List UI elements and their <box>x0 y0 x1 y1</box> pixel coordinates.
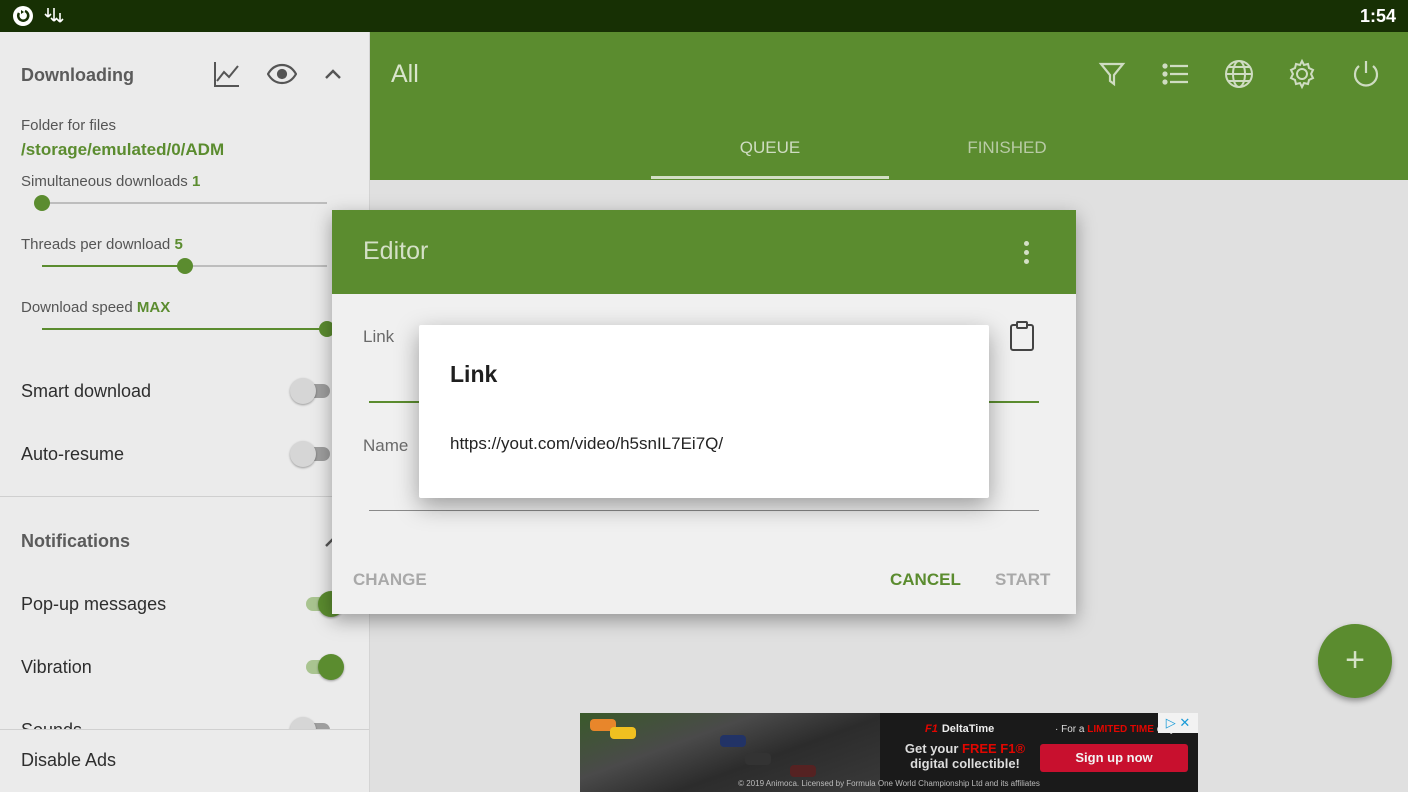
notifications-section-title: Notifications <box>21 531 131 551</box>
name-field-label: Name <box>363 436 409 455</box>
editor-title: Editor <box>363 237 429 265</box>
editor-header: Editor <box>332 210 1076 294</box>
link-url[interactable]: https://yout.com/video/h5snIL7Ei7Q/ <box>450 434 723 454</box>
download-manager-icon <box>44 5 66 27</box>
link-dialog-title: Link <box>450 361 498 387</box>
ad-legal-text: © 2019 Animoca. Licensed by Formula One … <box>738 779 1040 788</box>
ad-brand: F1 DeltaTime <box>925 723 995 735</box>
status-bar: 1:54 <box>0 0 1408 32</box>
clipboard-icon[interactable] <box>1008 320 1036 352</box>
tab-queue[interactable]: QUEUE <box>651 138 889 158</box>
smart-download-toggle[interactable] <box>290 377 334 405</box>
firefox-icon <box>12 5 34 27</box>
app-bar: All QUEUE FINISHED <box>370 32 1408 180</box>
slider-fill <box>42 265 185 267</box>
section-divider <box>0 496 369 497</box>
settings-drawer: Downloading Folder for files /storage/em… <box>0 32 370 792</box>
ad-banner[interactable]: F1 DeltaTime Get your FREE F1® digital col… <box>580 713 1198 792</box>
change-button[interactable]: CHANGE <box>353 570 427 590</box>
cancel-button[interactable]: CANCEL <box>890 570 961 590</box>
chevron-up-icon[interactable] <box>318 59 348 89</box>
clock: 1:54 <box>1359 6 1396 26</box>
threads-per-download-label: Threads per download 5 <box>21 236 183 253</box>
download-speed-slider[interactable] <box>42 321 335 337</box>
smart-download-label: Smart download <box>21 381 152 401</box>
popup-messages-label: Pop-up messages <box>21 594 167 614</box>
link-dialog: Link https://yout.com/video/h5snIL7Ei7Q/ <box>419 325 989 498</box>
page-title: All <box>391 60 419 88</box>
more-options-icon[interactable] <box>1016 238 1036 266</box>
simultaneous-downloads-value: 1 <box>191 173 201 190</box>
simultaneous-downloads-label: Simultaneous downloads 1 <box>21 173 201 190</box>
threads-per-download-value: 5 <box>174 236 183 253</box>
plus-icon: + <box>1345 641 1365 679</box>
auto-resume-toggle[interactable] <box>290 440 334 468</box>
link-field-label: Link <box>363 327 395 346</box>
slider-knob[interactable] <box>176 258 193 274</box>
auto-resume-label: Auto-resume <box>21 444 125 464</box>
list-icon[interactable] <box>1160 58 1192 90</box>
download-speed-value: MAX <box>136 299 171 316</box>
active-tab-indicator <box>651 176 889 179</box>
tab-finished[interactable]: FINISHED <box>888 138 1126 158</box>
download-speed-label: Download speed MAX <box>21 299 171 316</box>
add-download-button[interactable]: + <box>1318 624 1392 698</box>
ad-headline: Get your FREE F1® digital collectible! <box>904 741 1026 771</box>
folder-path[interactable]: /storage/emulated/0/ADM <box>21 140 224 160</box>
downloading-section-title: Downloading <box>21 65 134 85</box>
slider-fill <box>42 328 327 330</box>
name-input[interactable] <box>369 510 1039 511</box>
ad-signup-button[interactable]: Sign up now <box>1040 744 1188 772</box>
threads-per-download-slider[interactable] <box>42 258 327 274</box>
disable-ads-label: Disable Ads <box>21 750 117 770</box>
vibration-label: Vibration <box>21 657 92 677</box>
filter-icon[interactable] <box>1096 58 1128 90</box>
disable-ads-button[interactable]: Disable Ads <box>0 729 369 792</box>
folder-label: Folder for files <box>21 117 117 134</box>
chart-icon[interactable] <box>212 59 242 89</box>
slider-knob[interactable] <box>34 195 50 211</box>
vibration-toggle[interactable] <box>300 653 344 681</box>
settings-icon[interactable] <box>1286 58 1318 90</box>
globe-icon[interactable] <box>1223 58 1255 90</box>
adchoices-close-icon[interactable]: ▷ ✕ <box>1158 713 1198 733</box>
power-icon[interactable] <box>1350 58 1382 90</box>
start-button[interactable]: START <box>995 570 1050 590</box>
simultaneous-downloads-slider[interactable] <box>34 195 327 211</box>
eye-icon[interactable] <box>266 59 298 89</box>
